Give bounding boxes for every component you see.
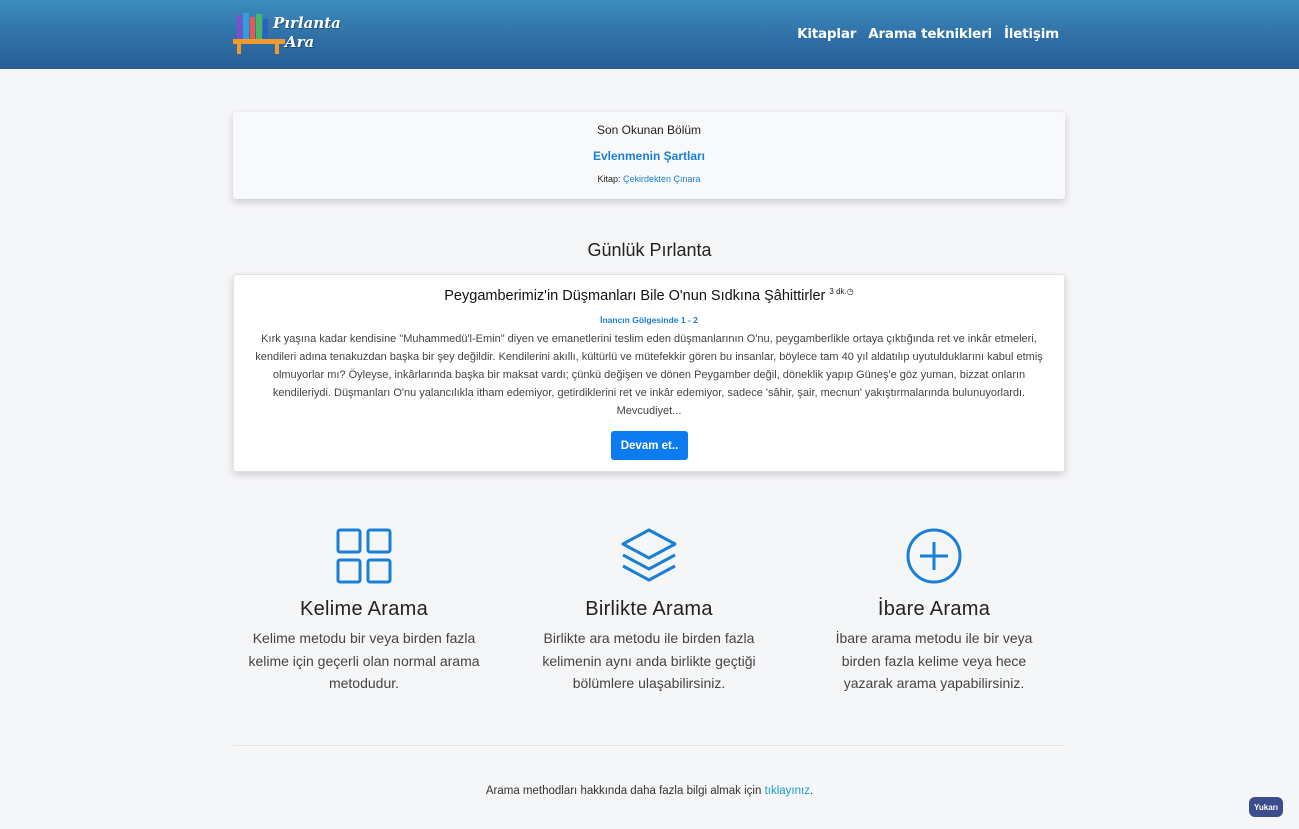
nav-iletisim[interactable]: İletişim [1004, 26, 1059, 42]
logo-text-line2: Ara [285, 33, 315, 51]
daily-title-text: Peygamberimiz'in Düşmanları Bile O'nun S… [444, 287, 826, 304]
grid-icon [336, 528, 392, 584]
feature-birlikte-arama: Birlikte Arama Birlikte ara metodu ile b… [519, 526, 779, 695]
site-logo[interactable]: Pırlanta Ara [233, 11, 341, 57]
last-read-card: Son Okunan Bölüm Evlenmenin Şartları Kit… [233, 112, 1065, 199]
feature-desc: Kelime metodu bir veya birden fazla keli… [248, 630, 480, 691]
daily-heading: Günlük Pırlanta [587, 240, 712, 260]
book-label: Kitap: [597, 174, 621, 184]
last-read-chapter-link[interactable]: Evlenmenin Şartları [233, 149, 1065, 163]
daily-card: Peygamberimiz'in Düşmanları Bile O'nun S… [233, 274, 1065, 472]
footer-end: . [809, 785, 814, 797]
footer-link[interactable]: tıklayınız [765, 785, 810, 797]
read-time-text: 3 dk. [829, 287, 847, 296]
divider [233, 745, 1065, 746]
feature-desc: Birlikte ara metodu ile birden fazla kel… [542, 630, 756, 691]
read-time: 3 dk.◷ [829, 287, 853, 296]
clock-icon: ◷ [846, 287, 854, 296]
continue-button[interactable]: Devam et.. [611, 431, 688, 460]
feature-title: İbare Arama [877, 598, 991, 620]
navbar: Pırlanta Ara Kitaplar Arama teknikleri İ… [0, 0, 1299, 69]
layers-icon [621, 528, 677, 582]
daily-excerpt: Kırk yaşına kadar kendisine "Muhammedü'l… [255, 333, 1043, 417]
feature-title: Birlikte Arama [585, 598, 713, 620]
last-read-book: Kitap: Çekirdekten Çınara [233, 174, 1065, 184]
feature-desc: İbare arama metodu ile bir veya birden f… [835, 630, 1033, 691]
plus-circle-icon [906, 528, 962, 584]
scroll-top-button[interactable]: Yukarı [1249, 797, 1283, 817]
daily-source-link[interactable]: İnancın Gölgesinde 1 - 2 [234, 315, 1064, 325]
main-nav: Kitaplar Arama teknikleri İletişim [797, 26, 1059, 42]
feature-kelime-arama: Kelime Arama Kelime metodu bir veya bird… [234, 526, 494, 695]
daily-title: Peygamberimiz'in Düşmanları Bile O'nun S… [234, 287, 1064, 304]
last-read-title: Son Okunan Bölüm [596, 123, 702, 137]
nav-arama-teknikleri[interactable]: Arama teknikleri [868, 26, 992, 42]
footer-text: Arama methodları hakkında daha fazla bil… [485, 785, 762, 797]
footer-note: Arama methodları hakkında daha fazla bil… [0, 785, 1299, 797]
book-link[interactable]: Çekirdekten Çınara [623, 174, 701, 184]
feature-title: Kelime Arama [299, 598, 429, 620]
nav-kitaplar[interactable]: Kitaplar [797, 26, 856, 42]
logo-text-line1: Pırlanta [273, 14, 341, 32]
feature-ibare-arama: İbare Arama İbare arama metodu ile bir v… [804, 526, 1064, 695]
